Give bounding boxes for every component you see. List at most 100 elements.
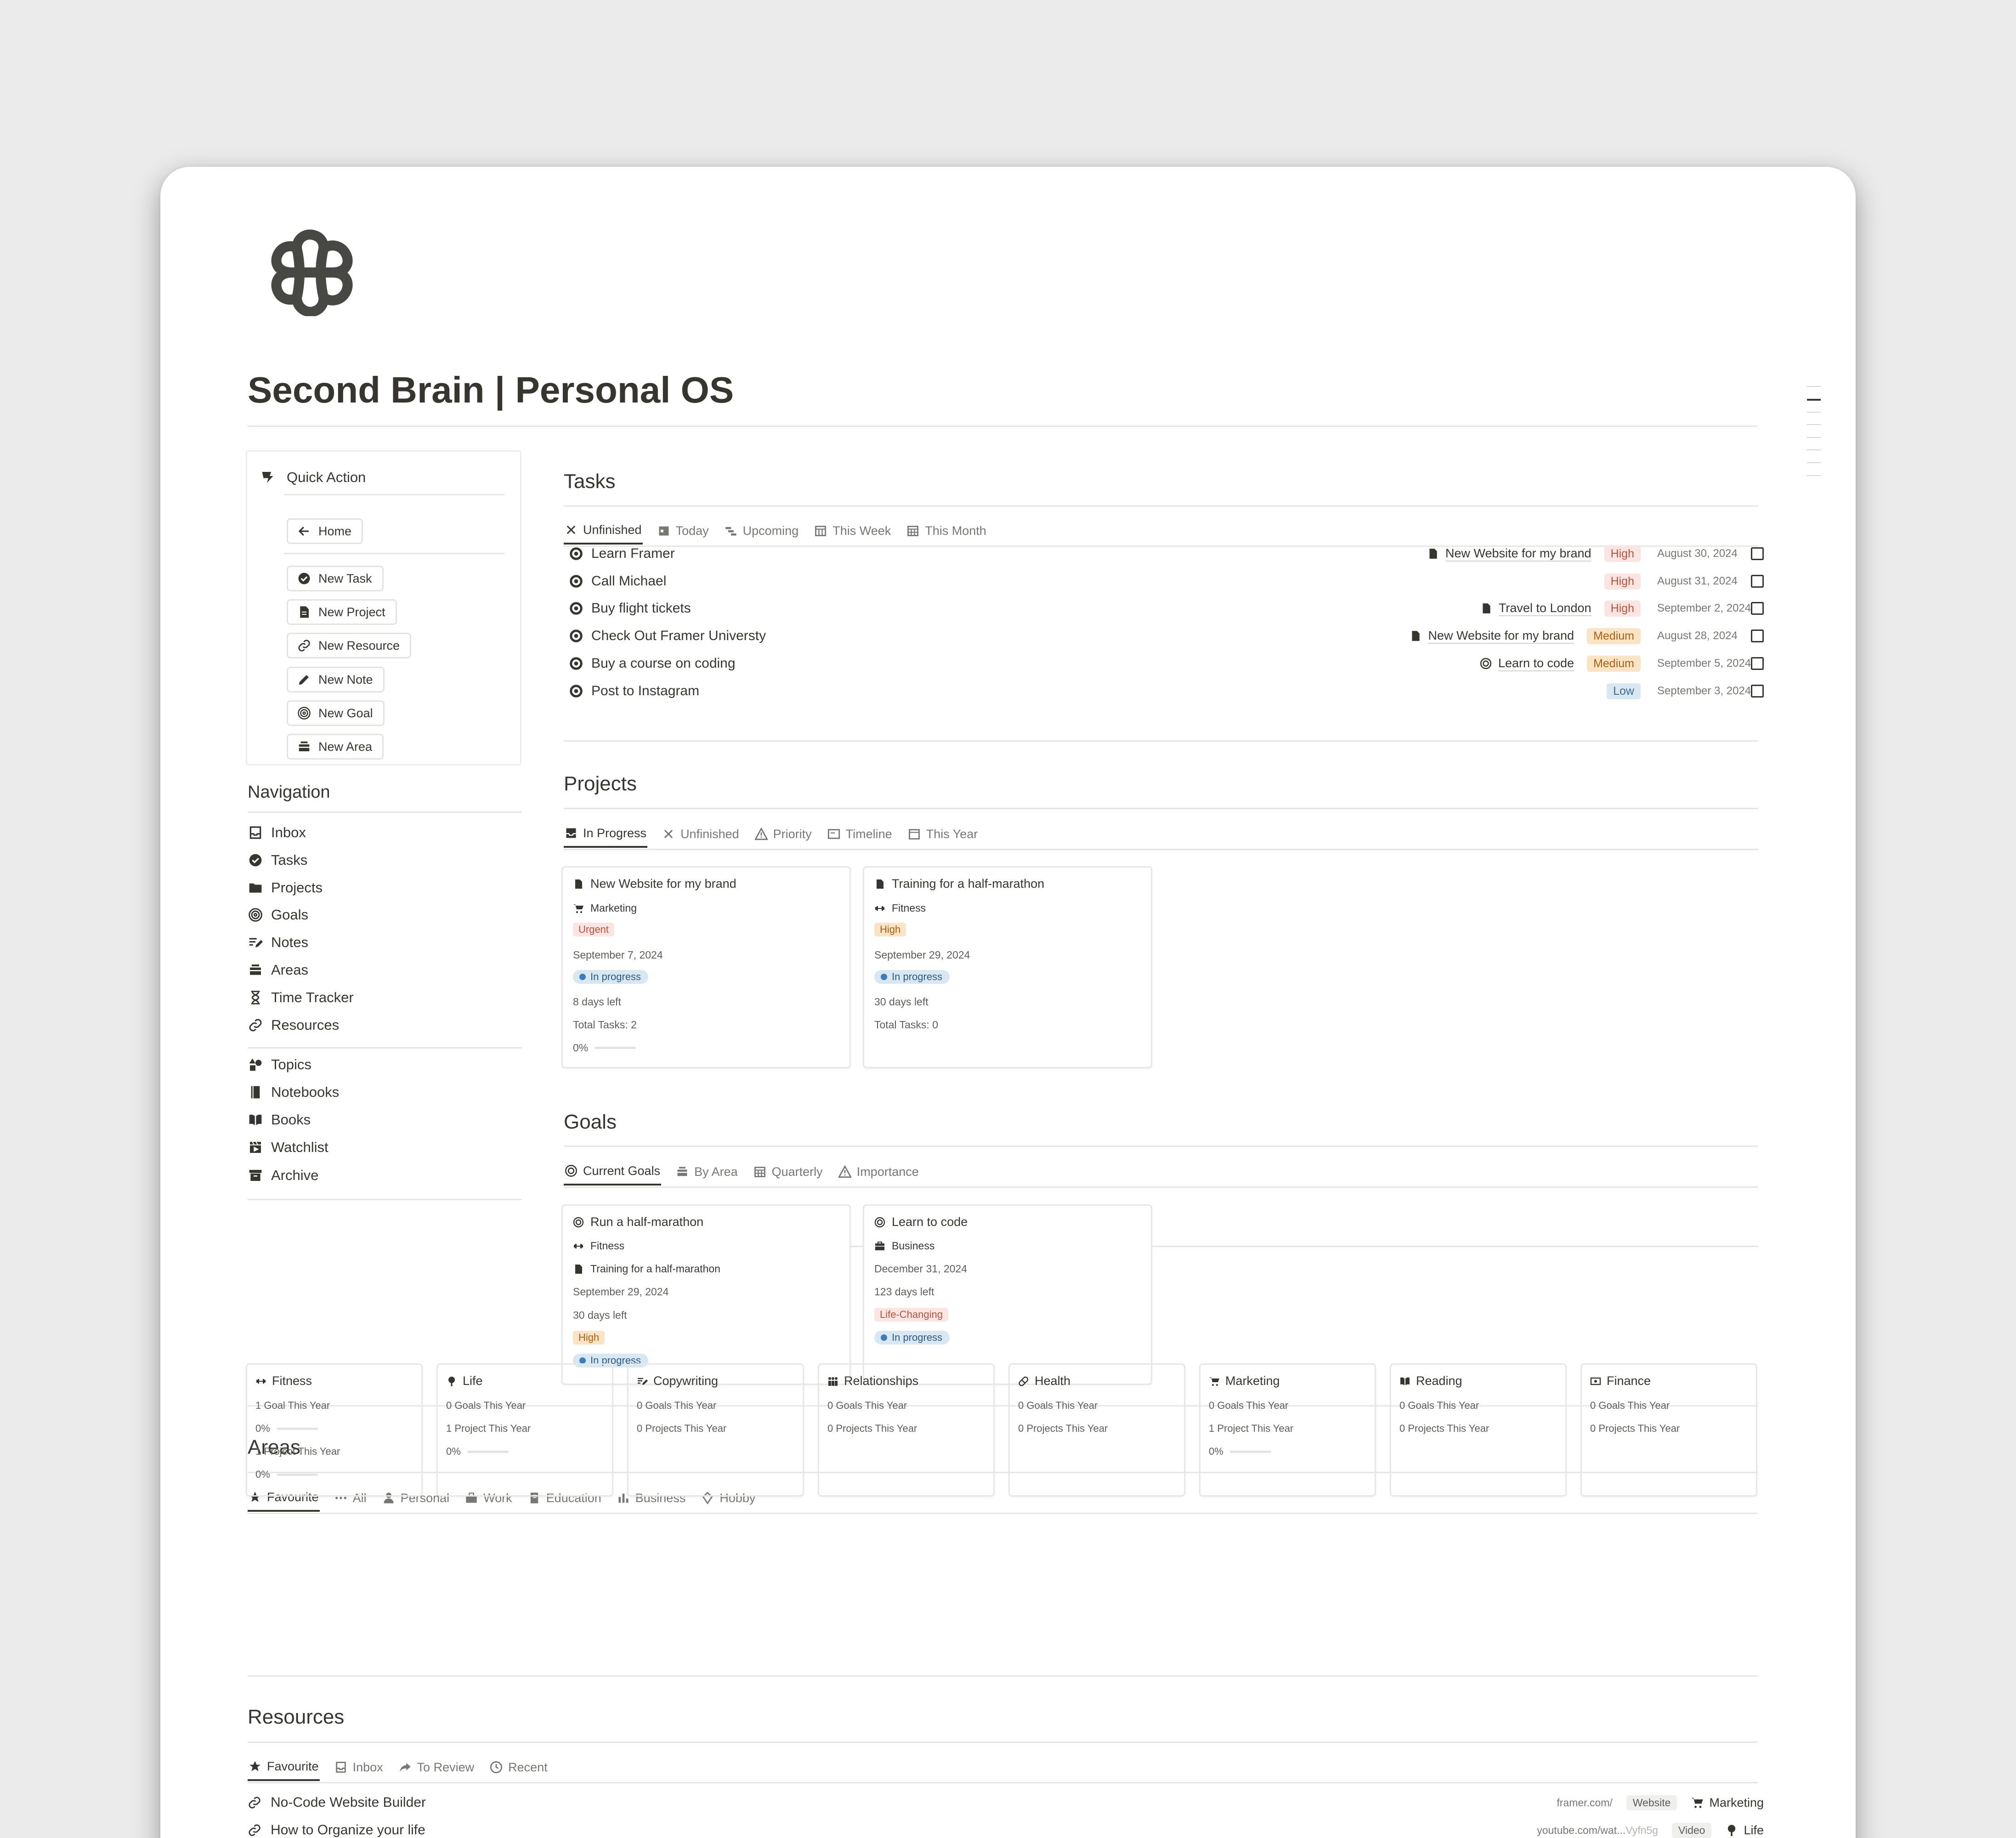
new-resource-button[interactable]: New Resource (287, 633, 412, 658)
new-task-button[interactable]: New Task (287, 566, 384, 591)
project-area: Marketing (590, 902, 637, 914)
task-status-icon[interactable] (569, 547, 583, 561)
tab-label: Timeline (845, 827, 892, 841)
area-card[interactable]: Copywriting 0 Goals This Year 0 Projects T… (627, 1363, 804, 1497)
task-row[interactable]: Call Michael High August 31, 2024 (569, 568, 1764, 595)
nav-item-time-tracker[interactable]: Time Tracker (248, 989, 354, 1006)
resource-row[interactable]: No-Code Website Builder framer.com/ Webs… (248, 1789, 1764, 1816)
tab-importance[interactable]: Importance (838, 1158, 920, 1186)
task-status-icon[interactable] (569, 574, 583, 588)
notebook-icon (251, 1086, 260, 1099)
tab-to-review[interactable]: To Review (398, 1753, 476, 1781)
goal-card[interactable]: Learn to code Business December 31, 2024… (863, 1204, 1152, 1385)
tab-by-area[interactable]: By Area (675, 1158, 739, 1186)
task-row[interactable]: Buy a course on coding Learn to code Mediu… (569, 650, 1764, 677)
new-goal-button[interactable]: New Goal (287, 700, 385, 726)
goals-count: 0 Goals This Year (1590, 1400, 1670, 1411)
task-project[interactable]: New Website for my brand (1410, 629, 1574, 644)
tab-label: Current Goals (583, 1163, 661, 1178)
tab-quarterly[interactable]: Quarterly (753, 1158, 824, 1186)
nav-item-areas[interactable]: Areas (248, 962, 308, 978)
nav-item-goals[interactable]: Goals (248, 907, 308, 923)
tab-label: Unfinished (583, 522, 642, 537)
task-name: Buy flight tickets (591, 601, 691, 616)
area-card[interactable]: Reading 0 Goals This Year 0 Projects This … (1390, 1363, 1567, 1497)
area-name: Finance (1607, 1374, 1651, 1388)
project-card[interactable]: Training for a half-marathon Fitness Hig… (863, 866, 1152, 1068)
task-status-icon[interactable] (569, 601, 583, 615)
task-status-icon[interactable] (569, 684, 583, 698)
task-status-icon[interactable] (569, 629, 583, 643)
task-project[interactable]: Travel to London (1480, 601, 1591, 616)
area-name: Reading (1416, 1374, 1462, 1388)
tab-inbox[interactable]: Inbox (334, 1753, 384, 1781)
task-checkbox[interactable] (1751, 575, 1764, 588)
task-checkbox[interactable] (1751, 547, 1764, 560)
nav-item-resources[interactable]: Resources (248, 1017, 339, 1033)
tab-priority[interactable]: Priority (754, 820, 813, 848)
project-card[interactable]: New Website for my brand Marketing Urgen… (561, 866, 851, 1068)
check-circle-icon (298, 573, 310, 584)
tab-timeline[interactable]: Timeline (827, 820, 893, 848)
tab-favourite[interactable]: Favourite (248, 1753, 320, 1781)
new-task-label: New Task (318, 571, 372, 585)
task-project[interactable]: Learn to code (1480, 656, 1574, 671)
quick-action-title: Quick Action (287, 469, 366, 485)
nav-item-projects[interactable]: Projects (248, 879, 323, 896)
dumbbell-icon (875, 906, 884, 911)
goals-count: 0 Goals This Year (827, 1400, 907, 1411)
task-checkbox[interactable] (1751, 630, 1764, 642)
goal-card[interactable]: Run a half-marathon Fitness Training for… (561, 1204, 851, 1385)
task-status-icon[interactable] (569, 657, 583, 670)
task-checkbox[interactable] (1751, 657, 1764, 670)
area-card[interactable]: Life 0 Goals This Year 1 Project This Year… (436, 1363, 613, 1497)
nav-item-notes[interactable]: Notes (248, 934, 308, 951)
new-note-button[interactable]: New Note (287, 667, 385, 692)
task-row[interactable]: Check Out Framer Universty New Website fo… (569, 623, 1764, 649)
resource-url[interactable]: framer.com/ (1557, 1797, 1612, 1809)
nav-item-archive[interactable]: Archive (248, 1167, 318, 1184)
task-row[interactable]: Post to Instagram Low September 3, 2024 (569, 678, 1764, 704)
goals-count: 0 Goals This Year (446, 1400, 526, 1411)
task-name: Post to Instagram (591, 683, 700, 698)
nav-item-label: Time Tracker (271, 989, 354, 1005)
check-circle-icon (249, 854, 262, 867)
clock-icon (490, 1761, 503, 1774)
tab-in-progress[interactable]: In Progress (564, 820, 648, 848)
nav-item-books[interactable]: Books (248, 1112, 311, 1128)
target-icon (573, 1217, 584, 1227)
task-row[interactable]: Buy flight tickets Travel to London High Se… (569, 595, 1764, 622)
nav-item-notebooks[interactable]: Notebooks (248, 1084, 339, 1101)
tab-unfinished[interactable]: Unfinished (661, 820, 740, 848)
nav-item-tasks[interactable]: Tasks (248, 852, 307, 868)
area-card[interactable]: Fitness 1 Goal This Year 0% 1 Project This … (246, 1363, 423, 1497)
area-label: Marketing (1709, 1795, 1764, 1810)
tab-recent[interactable]: Recent (489, 1753, 549, 1781)
home-button[interactable]: Home (287, 518, 363, 544)
status-label: In progress (892, 971, 943, 982)
area-card[interactable]: Health 0 Goals This Year 0 Projects This Y… (1008, 1363, 1185, 1497)
task-project[interactable]: New Website for my brand (1427, 546, 1591, 562)
new-project-button[interactable]: New Project (287, 599, 397, 625)
nav-item-watchlist[interactable]: Watchlist (248, 1139, 328, 1156)
nav-item-topics[interactable]: Topics (248, 1056, 311, 1073)
tab-label: This Week (832, 523, 891, 538)
task-row[interactable]: Learn Framer New Website for my brand High… (569, 540, 1764, 567)
resource-row[interactable]: How to Organize your life youtube.com/wa… (248, 1817, 1764, 1838)
task-date: September 3, 2024 (1657, 685, 1751, 697)
resource-url[interactable]: youtube.com/wat...Vyfn5g (1537, 1824, 1658, 1837)
nav-item-inbox[interactable]: Inbox (248, 824, 306, 841)
banknote-icon (1590, 1377, 1601, 1385)
tab-label: This Year (926, 827, 978, 841)
area-card[interactable]: Marketing 0 Goals This Year 1 Project This… (1199, 1363, 1376, 1497)
tab-this-year[interactable]: This Year (907, 820, 979, 848)
goals-count: 0 Goals This Year (1399, 1400, 1479, 1411)
task-checkbox[interactable] (1751, 602, 1764, 615)
new-area-button[interactable]: New Area (287, 734, 384, 760)
area-card[interactable]: Relationships 0 Goals This Year 0 Projects… (818, 1363, 995, 1497)
project-date: September 29, 2024 (874, 949, 970, 961)
task-checkbox[interactable] (1751, 685, 1764, 698)
tab-current-goals[interactable]: Current Goals (564, 1158, 662, 1186)
area-name: Life (463, 1374, 483, 1388)
area-card[interactable]: Finance 0 Goals This Year 0 Projects This … (1580, 1363, 1757, 1497)
